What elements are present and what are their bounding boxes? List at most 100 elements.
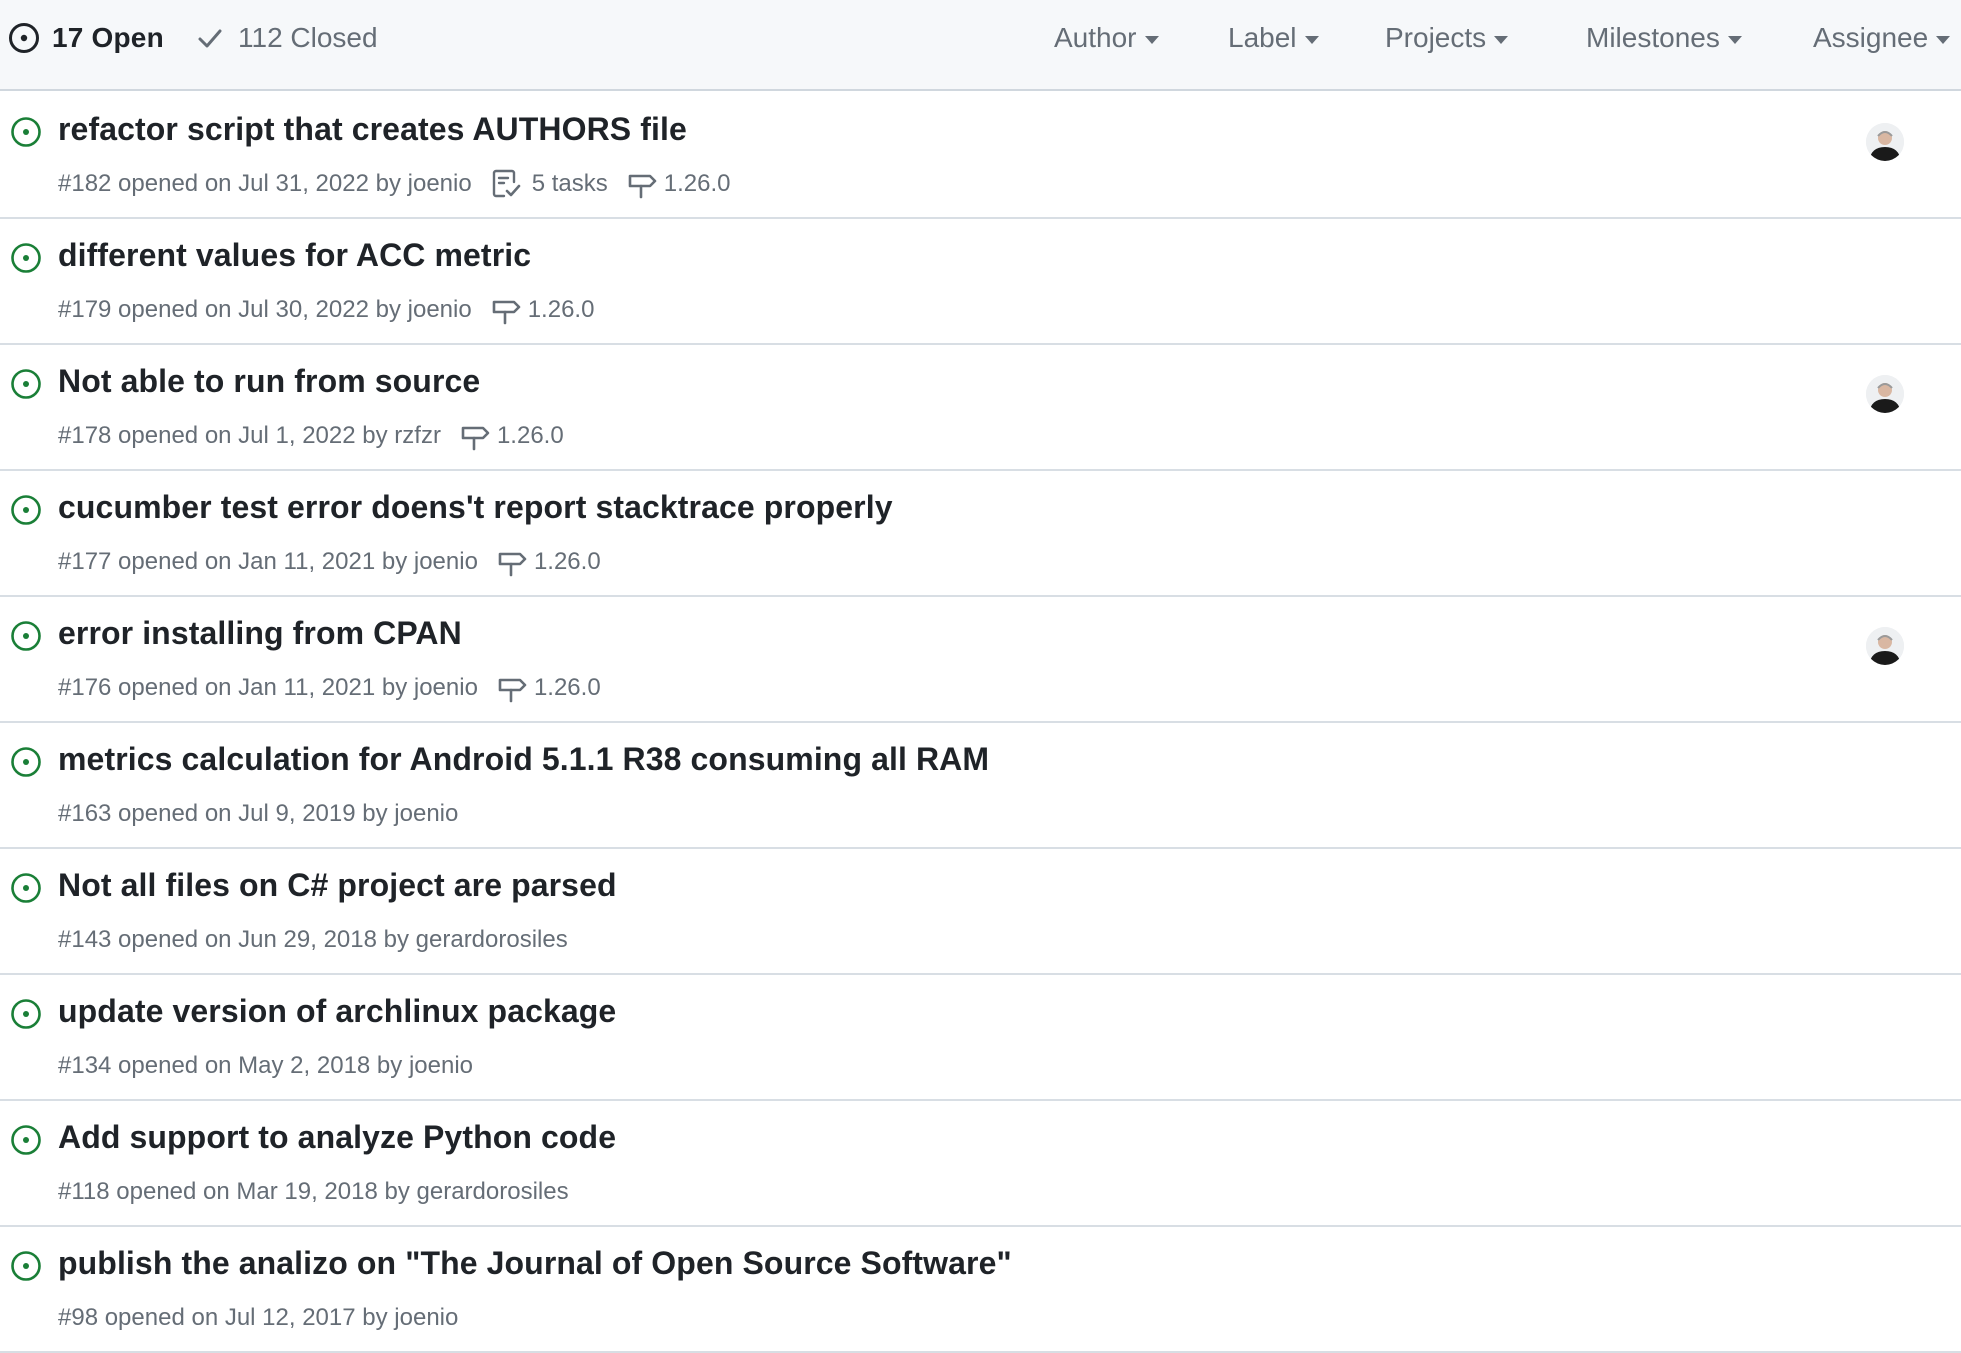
issue-number-opened: #118 opened on Mar 19, 2018 by [58,1178,410,1205]
milestone-link[interactable]: 1.26.0 [496,672,601,704]
issue-opened-icon [11,1125,41,1155]
projects-filter-dropdown[interactable]: Projects [1385,18,1509,58]
assignee-avatar[interactable] [1866,627,1904,665]
milestone-label: 1.26.0 [533,548,601,575]
issue-row[interactable]: refactor script that creates AUTHORS fil… [0,93,1961,219]
issue-author-link[interactable]: joenio [408,296,472,324]
assignee-filter-label: Assignee [1813,22,1929,53]
issue-title-link[interactable]: metrics calculation for Android 5.1.1 R3… [58,741,989,778]
issue-number-opened: #98 opened on Jul 12, 2017 by [58,1304,388,1331]
issue-opened-icon [11,243,41,273]
avatar-image [1866,375,1904,413]
milestone-label: 1.26.0 [533,674,601,701]
issues-list-header: 17 Open 112 Closed Author Label Projects… [0,0,1961,91]
open-issues-tab[interactable]: 17 Open [8,18,164,58]
issue-title-link[interactable]: error installing from CPAN [58,615,462,652]
avatar-image [1866,627,1904,665]
triangle-down-icon [1727,36,1742,44]
milestone-label: 1.26.0 [496,422,564,449]
milestone-icon [498,552,527,577]
task-progress[interactable]: 5 tasks [490,168,608,200]
projects-filter-label: Projects [1385,22,1487,53]
task-count: 5 tasks [531,170,608,197]
issue-author-link[interactable]: rzfzr [394,422,441,450]
issue-meta: #179 opened on Jul 30, 2022 by joenio 1.2… [58,293,594,327]
issue-title-link[interactable]: publish the analizo on "The Journal of O… [58,1245,1012,1282]
check-icon [198,29,222,48]
issue-author-link[interactable]: gerardorosiles [417,1178,569,1206]
issue-author-link[interactable]: gerardorosiles [416,926,568,954]
triangle-down-icon [1494,36,1509,44]
label-filter-dropdown[interactable]: Label [1228,18,1319,58]
issue-author-link[interactable]: joenio [409,1052,473,1080]
issue-author-link[interactable]: joenio [414,674,478,702]
issue-meta: #134 opened on May 2, 2018 by joenio [58,1049,473,1083]
issue-number-opened: #134 opened on May 2, 2018 by [58,1052,403,1079]
triangle-down-icon [1304,36,1319,44]
issue-row[interactable]: Not able to run from source #178 opened o… [0,345,1961,471]
milestone-icon [628,174,657,199]
issue-author-link[interactable]: joenio [394,800,458,828]
milestone-icon [461,426,490,451]
triangle-down-icon [1144,36,1159,44]
assignee-filter-dropdown[interactable]: Assignee [1813,18,1951,58]
assignee-avatar[interactable] [1866,375,1904,413]
issue-row[interactable]: cucumber test error doens't report stack… [0,471,1961,597]
issue-opened-icon [11,999,41,1029]
issue-title-link[interactable]: Not able to run from source [58,363,480,400]
milestone-link[interactable]: 1.26.0 [459,420,564,452]
issue-meta: #176 opened on Jan 11, 2021 by joenio 1.2… [58,671,601,705]
issue-meta: #178 opened on Jul 1, 2022 by rzfzr 1.26.… [58,419,564,453]
milestone-link[interactable]: 1.26.0 [496,546,601,578]
author-filter-dropdown[interactable]: Author [1054,18,1159,58]
issue-number-opened: #182 opened on Jul 31, 2022 by [58,170,401,197]
issue-opened-icon [11,621,41,651]
issue-meta: #118 opened on Mar 19, 2018 by gerardoro… [58,1175,569,1209]
closed-issues-tab[interactable]: 112 Closed [196,18,378,58]
issue-title-link[interactable]: cucumber test error doens't report stack… [58,489,893,526]
issue-meta: #177 opened on Jan 11, 2021 by joenio 1.2… [58,545,601,579]
issue-author-link[interactable]: joenio [394,1304,458,1332]
issue-title-link[interactable]: update version of archlinux package [58,993,616,1030]
issue-author-link[interactable]: joenio [414,548,478,576]
issue-author-link[interactable]: joenio [408,170,472,198]
milestones-filter-label: Milestones [1586,22,1720,53]
issue-number-opened: #179 opened on Jul 30, 2022 by [58,296,401,323]
issue-opened-icon [11,495,41,525]
issue-title-link[interactable]: Not all files on C# project are parsed [58,867,617,904]
milestone-link[interactable]: 1.26.0 [490,294,595,326]
issue-row[interactable]: Add support to analyze Python code #118 o… [0,1101,1961,1227]
milestones-filter-dropdown[interactable]: Milestones [1586,18,1742,58]
issue-number-opened: #143 opened on Jun 29, 2018 by [58,926,409,953]
issue-row[interactable]: publish the analizo on "The Journal of O… [0,1227,1961,1353]
milestone-label: 1.26.0 [663,170,731,197]
issue-row[interactable]: different values for ACC metric #179 open… [0,219,1961,345]
issue-row[interactable]: error installing from CPAN #176 opened on… [0,597,1961,723]
avatar-image [1866,123,1904,161]
issue-number-opened: #163 opened on Jul 9, 2019 by [58,800,388,827]
issue-title-link[interactable]: Add support to analyze Python code [58,1119,616,1156]
author-filter-label: Author [1054,22,1137,53]
issue-opened-icon [11,369,41,399]
issue-meta: #182 opened on Jul 31, 2022 by joenio 5 t… [58,167,730,201]
milestone-icon [498,678,527,703]
checklist-icon [492,169,521,198]
issue-meta: #98 opened on Jul 12, 2017 by joenio [58,1301,458,1335]
issue-opened-icon [9,23,39,53]
issue-number-opened: #177 opened on Jan 11, 2021 by [58,548,408,575]
issue-row[interactable]: update version of archlinux package #134 … [0,975,1961,1101]
issue-title-link[interactable]: different values for ACC metric [58,237,531,274]
milestone-label: 1.26.0 [527,296,595,323]
assignee-avatar[interactable] [1866,123,1904,161]
issue-row[interactable]: metrics calculation for Android 5.1.1 R3… [0,723,1961,849]
issue-opened-icon [11,873,41,903]
label-filter-label: Label [1228,22,1297,53]
issue-number-opened: #176 opened on Jan 11, 2021 by [58,674,408,701]
issue-title-link[interactable]: refactor script that creates AUTHORS fil… [58,111,687,148]
issue-row[interactable]: Not all files on C# project are parsed #1… [0,849,1961,975]
issue-opened-icon [11,747,41,777]
open-count-label: 17 Open [52,22,164,53]
milestone-link[interactable]: 1.26.0 [626,168,731,200]
issue-opened-icon [11,1251,41,1281]
issue-meta: #163 opened on Jul 9, 2019 by joenio [58,797,458,831]
